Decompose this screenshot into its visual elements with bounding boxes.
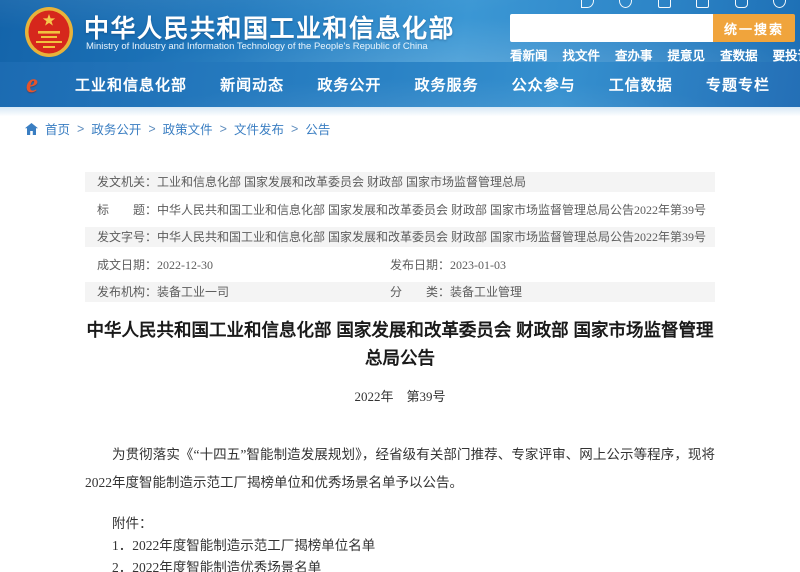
breadcrumb-separator: > — [291, 122, 298, 136]
document-content: 发文机关：工业和信息化部 国家发展和改革委员会 财政部 国家市场监督管理总局 标… — [85, 172, 715, 572]
search-bar: 统一搜索 — [510, 14, 795, 42]
refresh-icon[interactable] — [619, 0, 632, 8]
attachments-section: 附件： 1．2022年度智能制造示范工厂揭榜单位名单 2．2022年度智能制造优… — [85, 513, 715, 572]
nav-item-news[interactable]: 新闻动态 — [220, 74, 284, 95]
breadcrumb: 首页 > 政务公开 > 政策文件 > 文件发布 > 公告 — [25, 119, 330, 138]
page: 中华人民共和国工业和信息化部 Ministry of Industry and … — [0, 0, 800, 572]
breadcrumb-separator: > — [148, 122, 155, 136]
breadcrumb-file-release[interactable]: 文件发布 — [234, 119, 284, 138]
site-subtitle: Ministry of Industry and Information Tec… — [86, 41, 428, 52]
nav-item-gov-open[interactable]: 政务公开 — [317, 74, 381, 95]
document-paragraph: 为贯彻落实《“十四五”智能制造发展规划》，经省级有关部门推荐、专家评审、网上公示… — [85, 441, 715, 497]
meta-value: 装备工业管理 — [450, 282, 522, 302]
meta-value: 中华人民共和国工业和信息化部 国家发展和改革委员会 财政部 国家市场监督管理总局… — [157, 200, 706, 220]
breadcrumb-home[interactable]: 首页 — [45, 119, 70, 138]
document-issue-number: 2022年 第39号 — [85, 386, 715, 405]
meta-col-category: 分 类：装备工业管理 — [390, 282, 715, 302]
nav-bottom-fade — [0, 107, 800, 116]
breadcrumb-separator: > — [220, 122, 227, 136]
building-icon[interactable] — [658, 0, 671, 8]
search-button[interactable]: 统一搜索 — [713, 14, 795, 42]
meta-col-publish-date: 发布日期：2023-01-03 — [390, 255, 715, 275]
miit-e-logo-icon: e — [26, 68, 38, 99]
meta-value: 装备工业一司 — [157, 282, 229, 302]
site-header: 中华人民共和国工业和信息化部 Ministry of Industry and … — [0, 0, 800, 62]
meta-value: 中华人民共和国工业和信息化部 国家发展和改革委员会 财政部 国家市场监督管理总局… — [157, 227, 706, 247]
meta-value: 2022-12-30 — [157, 255, 213, 275]
breadcrumb-announcement[interactable]: 公告 — [305, 119, 330, 138]
meta-label: 发文字号： — [97, 227, 157, 247]
meta-value: 工业和信息化部 国家发展和改革委员会 财政部 国家市场监督管理总局 — [157, 172, 526, 192]
meta-col-written-date: 成文日期：2022-12-30 — [97, 255, 390, 275]
meta-row-dates: 成文日期：2022-12-30 发布日期：2023-01-03 — [85, 255, 715, 275]
meta-value: 2023-01-03 — [450, 255, 506, 275]
breadcrumb-gov-open[interactable]: 政务公开 — [91, 119, 141, 138]
breadcrumb-policy-files[interactable]: 政策文件 — [163, 119, 213, 138]
search-input[interactable] — [510, 14, 713, 42]
nav-item-topics[interactable]: 专题专栏 — [706, 74, 770, 95]
meta-row-publisher-category: 发布机构：装备工业一司 分 类：装备工业管理 — [85, 282, 715, 302]
breadcrumb-separator: > — [77, 122, 84, 136]
meta-row-doc-number: 发文字号：中华人民共和国工业和信息化部 国家发展和改革委员会 财政部 国家市场监… — [85, 227, 715, 247]
meta-label: 发文机关： — [97, 172, 157, 192]
national-emblem-icon — [24, 6, 74, 58]
phone-icon[interactable] — [735, 0, 748, 8]
nav-item-participation[interactable]: 公众参与 — [512, 74, 576, 95]
document-meta-table: 发文机关：工业和信息化部 国家发展和改革委员会 财政部 国家市场监督管理总局 标… — [85, 172, 715, 302]
document-title: 中华人民共和国工业和信息化部 国家发展和改革委员会 财政部 国家市场监督管理总局… — [85, 316, 715, 372]
attachments-label: 附件： — [85, 513, 715, 535]
mail-icon[interactable] — [696, 0, 709, 8]
attachment-item-2[interactable]: 2．2022年度智能制造优秀场景名单 — [85, 557, 715, 572]
home-icon[interactable] — [25, 123, 38, 135]
location-icon[interactable] — [581, 0, 594, 8]
attachment-item-1[interactable]: 1．2022年度智能制造示范工厂揭榜单位名单 — [85, 535, 715, 557]
nav-item-gov-service[interactable]: 政务服务 — [414, 74, 478, 95]
site-title: 中华人民共和国工业和信息化部 — [84, 9, 455, 45]
meta-row-issuing-agency: 发文机关：工业和信息化部 国家发展和改革委员会 财政部 国家市场监督管理总局 — [85, 172, 715, 192]
meta-row-title: 标 题：中华人民共和国工业和信息化部 国家发展和改革委员会 财政部 国家市场监督… — [85, 200, 715, 220]
meta-label: 发布日期： — [390, 255, 450, 275]
nav-item-data[interactable]: 工信数据 — [609, 74, 673, 95]
main-nav: e 工业和信息化部 新闻动态 政务公开 政务服务 公众参与 工信数据 专题专栏 — [0, 62, 800, 107]
help-icon[interactable] — [773, 0, 786, 8]
nav-item-miit[interactable]: 工业和信息化部 — [75, 74, 187, 95]
meta-label: 标 题： — [97, 200, 157, 220]
utility-icon-row — [581, 0, 786, 10]
meta-label: 分 类： — [390, 282, 450, 302]
nav-items: 工业和信息化部 新闻动态 政务公开 政务服务 公众参与 工信数据 专题专栏 — [75, 62, 785, 107]
meta-col-publisher: 发布机构：装备工业一司 — [97, 282, 390, 302]
meta-label: 成文日期： — [97, 255, 157, 275]
meta-label: 发布机构： — [97, 282, 157, 302]
